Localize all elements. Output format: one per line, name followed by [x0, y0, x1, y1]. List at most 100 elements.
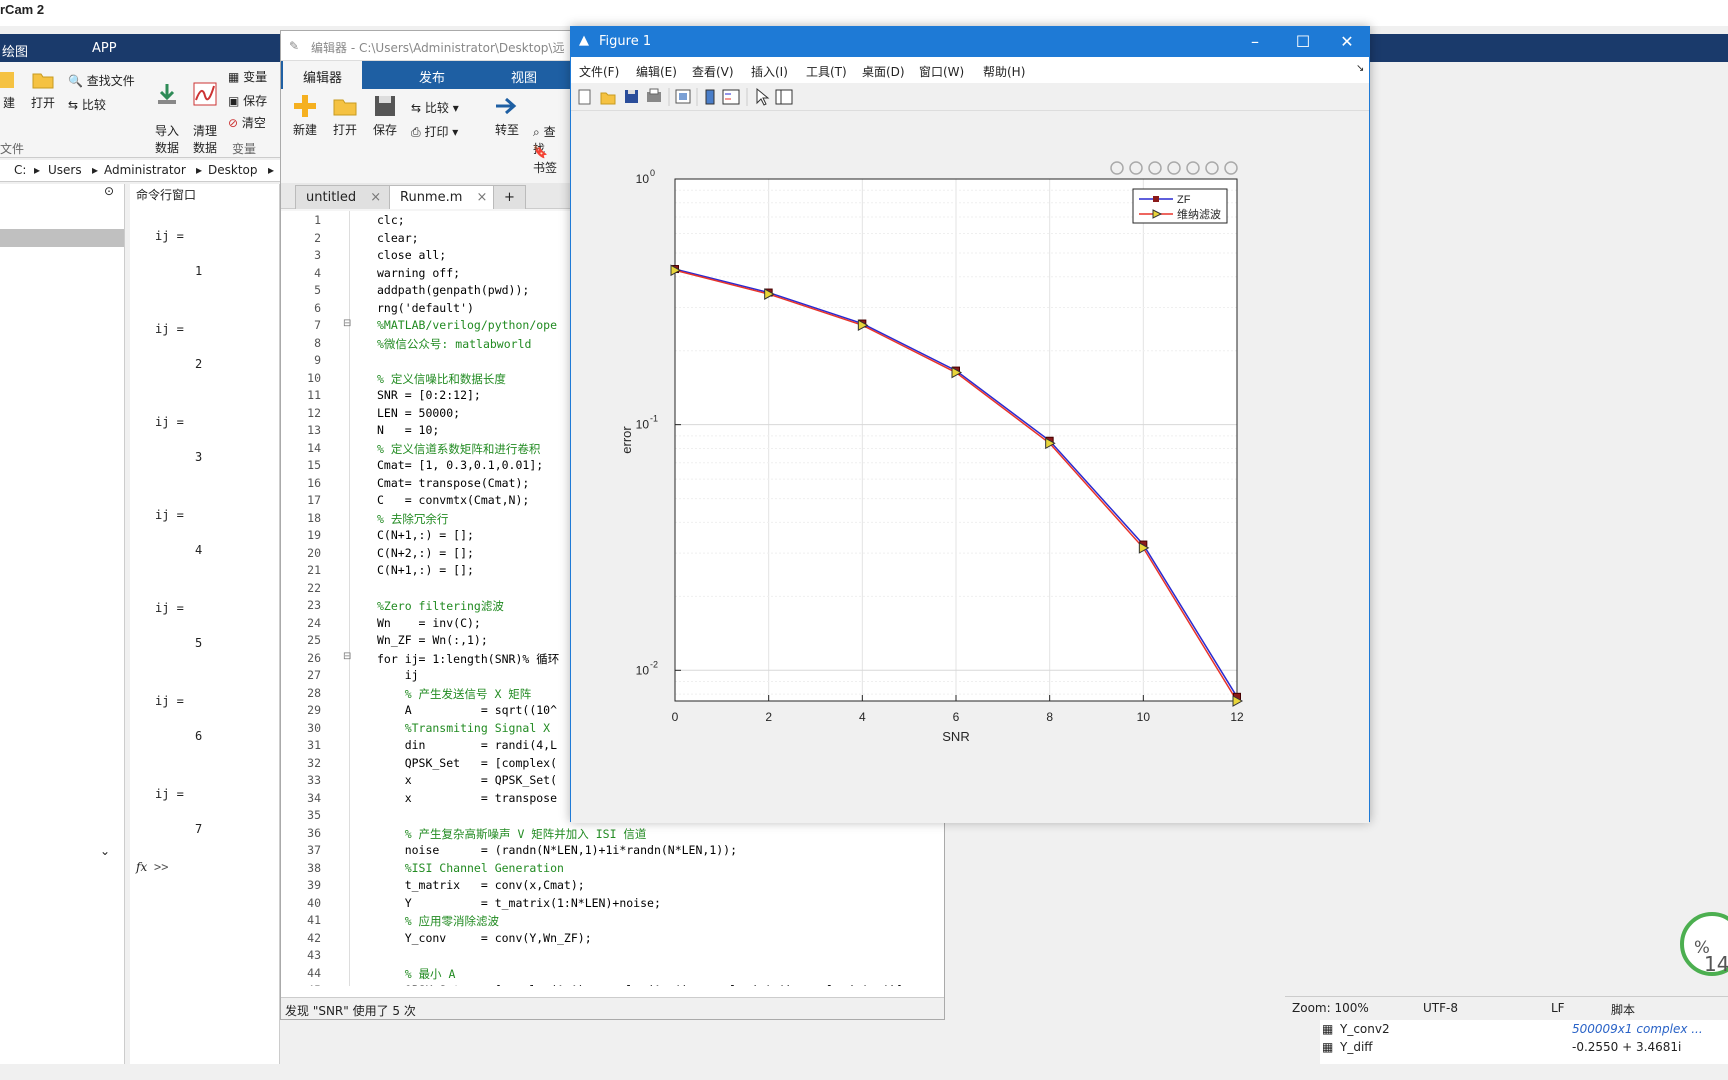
menu-view[interactable]: 查看(V): [692, 63, 734, 80]
legend-icon[interactable]: [722, 89, 740, 105]
code-line[interactable]: QPSK_Set = [complex(A,A), complex(A,-A),…: [377, 983, 910, 986]
link-plot-icon[interactable]: [675, 89, 691, 104]
workspace-panel[interactable]: ▦ Y_conv2 500009x1 complex ... ▦ Y_diff …: [1320, 1020, 1728, 1064]
open-file-button[interactable]: 打开: [327, 93, 363, 138]
code-line[interactable]: Y = t_matrix(1:N*LEN)+noise;: [377, 896, 661, 910]
zoom-out-icon[interactable]: [1205, 161, 1219, 175]
save-figure-icon[interactable]: [625, 90, 638, 103]
code-line[interactable]: Wn_ZF = Wn(:,1);: [377, 633, 488, 647]
code-line[interactable]: x = transpose: [377, 791, 557, 805]
address-part[interactable]: C:: [14, 163, 26, 177]
zoom-in-icon[interactable]: [1186, 161, 1200, 175]
code-line[interactable]: warning off;: [377, 266, 460, 280]
code-line[interactable]: % 定义信道系数矩阵和进行卷积: [377, 441, 540, 457]
export-icon[interactable]: [1110, 161, 1124, 175]
code-line[interactable]: A = sqrt((10^: [377, 703, 557, 717]
tab-editor[interactable]: 编辑器: [283, 61, 363, 89]
code-line[interactable]: Y_conv = conv(Y,Wn_ZF);: [377, 931, 592, 945]
code-line[interactable]: t_matrix = conv(x,Cmat);: [377, 878, 585, 892]
command-window[interactable]: 命令行窗口 ij = 1 ij = 2 ij = 3 ij = 4 ij = 5…: [130, 184, 280, 1064]
selected-file-row[interactable]: [0, 229, 124, 247]
code-line[interactable]: C(N+1,:) = [];: [377, 563, 474, 577]
clean-data-button[interactable]: 清理 数据: [188, 68, 222, 156]
print-button[interactable]: ⎙ 打印 ▾: [411, 123, 481, 140]
file-tab-runme[interactable]: Runme.m ×: [389, 185, 499, 209]
code-line[interactable]: QPSK_Set = [complex(: [377, 756, 557, 770]
code-line[interactable]: % 去除冗余行: [377, 511, 448, 527]
code-line[interactable]: Wn = inv(C);: [377, 616, 481, 630]
menu-insert[interactable]: 插入(I): [751, 63, 788, 80]
clear-workspace-button[interactable]: ⊘ 清空: [228, 114, 284, 131]
code-line[interactable]: %Zero filtering滤波: [377, 598, 504, 614]
close-icon[interactable]: ×: [477, 190, 488, 205]
code-line[interactable]: C = convmtx(Cmat,N);: [377, 493, 529, 507]
tab-publish[interactable]: 发布: [419, 67, 445, 86]
file-tab-untitled[interactable]: untitled ×: [295, 185, 393, 209]
code-line[interactable]: % 应用零消除滤波: [377, 913, 499, 929]
print-figure-icon[interactable]: [647, 88, 661, 102]
code-line[interactable]: clc;: [377, 213, 405, 227]
code-line[interactable]: Cmat= transpose(Cmat);: [377, 476, 529, 490]
compare-button[interactable]: ⇆ 比较 ▾: [411, 99, 481, 116]
pan-icon[interactable]: [1167, 161, 1181, 175]
tab-apps[interactable]: APP: [92, 41, 117, 56]
code-line[interactable]: rng('default'): [377, 301, 474, 315]
import-data-button[interactable]: 导入 数据: [152, 68, 182, 156]
data-tips-icon[interactable]: [1148, 161, 1162, 175]
code-line[interactable]: % 最小 A: [377, 966, 456, 982]
workspace-var-name[interactable]: Y_diff: [1340, 1040, 1373, 1054]
colorbar-icon[interactable]: [705, 89, 715, 105]
code-line[interactable]: close all;: [377, 248, 446, 262]
save-workspace-button[interactable]: ▣ 保存: [228, 92, 284, 109]
code-line[interactable]: addpath(genpath(pwd));: [377, 283, 529, 297]
code-line[interactable]: %ISI Channel Generation: [377, 861, 564, 875]
current-folder-panel[interactable]: ⊙ ⌄: [0, 184, 125, 1064]
address-part[interactable]: Desktop: [208, 163, 258, 177]
tab-view[interactable]: 视图: [511, 67, 537, 86]
brush-icon[interactable]: [1129, 161, 1143, 175]
property-inspector-icon[interactable]: [775, 89, 793, 105]
menu-tools[interactable]: 工具(T): [806, 63, 847, 80]
fx-icon[interactable]: fx: [136, 860, 147, 874]
find-files-button[interactable]: 🔍 查找文件: [68, 72, 146, 89]
open-button[interactable]: 打开: [28, 68, 58, 111]
menu-edit[interactable]: 编辑(E): [636, 63, 677, 80]
minimize-icon[interactable]: –: [1235, 30, 1275, 54]
menu-help[interactable]: 帮助(H): [983, 63, 1025, 80]
code-line[interactable]: C(N+2,:) = [];: [377, 546, 474, 560]
code-line[interactable]: %Transmiting Signal X: [377, 721, 550, 735]
code-line[interactable]: ij: [377, 668, 419, 682]
address-part[interactable]: Administrator: [104, 163, 186, 177]
dock-arrow-icon[interactable]: ↘: [1356, 63, 1364, 74]
code-line[interactable]: LEN = 50000;: [377, 406, 460, 420]
code-line[interactable]: C(N+1,:) = [];: [377, 528, 474, 542]
code-line[interactable]: %微信公众号: matlabworld: [377, 336, 531, 352]
code-line[interactable]: % 产生复杂高斯噪声 V 矩阵并加入 ISI 信道: [377, 826, 647, 842]
panel-menu-icon[interactable]: ⊙: [104, 184, 114, 198]
tab-plots[interactable]: 绘图: [2, 41, 28, 60]
code-line[interactable]: % 产生发送信号 X 矩阵: [377, 686, 532, 702]
fold-toggle-icon[interactable]: ⊟: [343, 318, 351, 329]
new-button[interactable]: 建: [0, 68, 18, 111]
code-line[interactable]: noise = (randn(N*LEN,1)+1i*randn(N*LEN,1…: [377, 843, 737, 857]
add-tab-button[interactable]: +: [493, 185, 526, 209]
menu-window[interactable]: 窗口(W): [919, 63, 964, 80]
open-file-icon[interactable]: [600, 92, 616, 105]
maximize-icon[interactable]: ☐: [1283, 30, 1323, 54]
new-figure-icon[interactable]: [578, 89, 591, 105]
code-line[interactable]: for ij= 1:length(SNR)% 循环: [377, 651, 559, 667]
menu-file[interactable]: 文件(F): [579, 63, 619, 80]
pointer-icon[interactable]: [756, 87, 770, 106]
save-file-button[interactable]: 保存: [367, 93, 403, 138]
code-line[interactable]: din = randi(4,L: [377, 738, 557, 752]
close-icon[interactable]: ✕: [1327, 30, 1367, 54]
code-line[interactable]: %MATLAB/verilog/python/ope: [377, 318, 557, 332]
code-line[interactable]: clear;: [377, 231, 419, 245]
chevron-down-icon[interactable]: ⌄: [100, 844, 110, 858]
code-line[interactable]: Cmat= [1, 0.3,0.1,0.01];: [377, 458, 543, 472]
address-part[interactable]: Users: [48, 163, 82, 177]
code-line[interactable]: N = 10;: [377, 423, 439, 437]
menu-desktop[interactable]: 桌面(D): [862, 63, 905, 80]
code-line[interactable]: x = QPSK_Set(: [377, 773, 557, 787]
fold-toggle-icon[interactable]: ⊟: [343, 651, 351, 662]
